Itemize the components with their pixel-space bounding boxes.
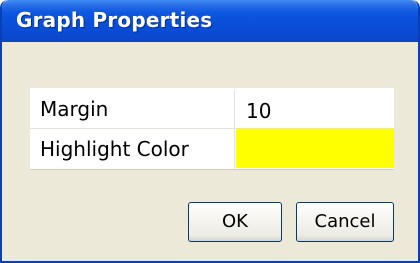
- property-value-margin[interactable]: 10: [246, 99, 271, 123]
- graph-properties-dialog: Graph Properties Margin 10 Highlight Col…: [0, 0, 420, 263]
- ok-button[interactable]: OK: [188, 202, 282, 242]
- dialog-body: Margin 10 Highlight Color OK Cancel: [2, 42, 418, 261]
- property-row-highlight-color[interactable]: Highlight Color: [30, 129, 394, 168]
- property-label-margin: Margin: [40, 97, 109, 121]
- title-bar[interactable]: Graph Properties: [2, 0, 418, 42]
- property-row-margin[interactable]: Margin 10: [30, 89, 394, 128]
- property-grid: Margin 10 Highlight Color: [30, 88, 394, 170]
- property-label-highlight-color: Highlight Color: [40, 137, 189, 161]
- highlight-color-swatch[interactable]: [236, 129, 394, 168]
- cancel-button[interactable]: Cancel: [296, 202, 394, 242]
- column-divider: [234, 89, 235, 169]
- dialog-title: Graph Properties: [16, 8, 213, 32]
